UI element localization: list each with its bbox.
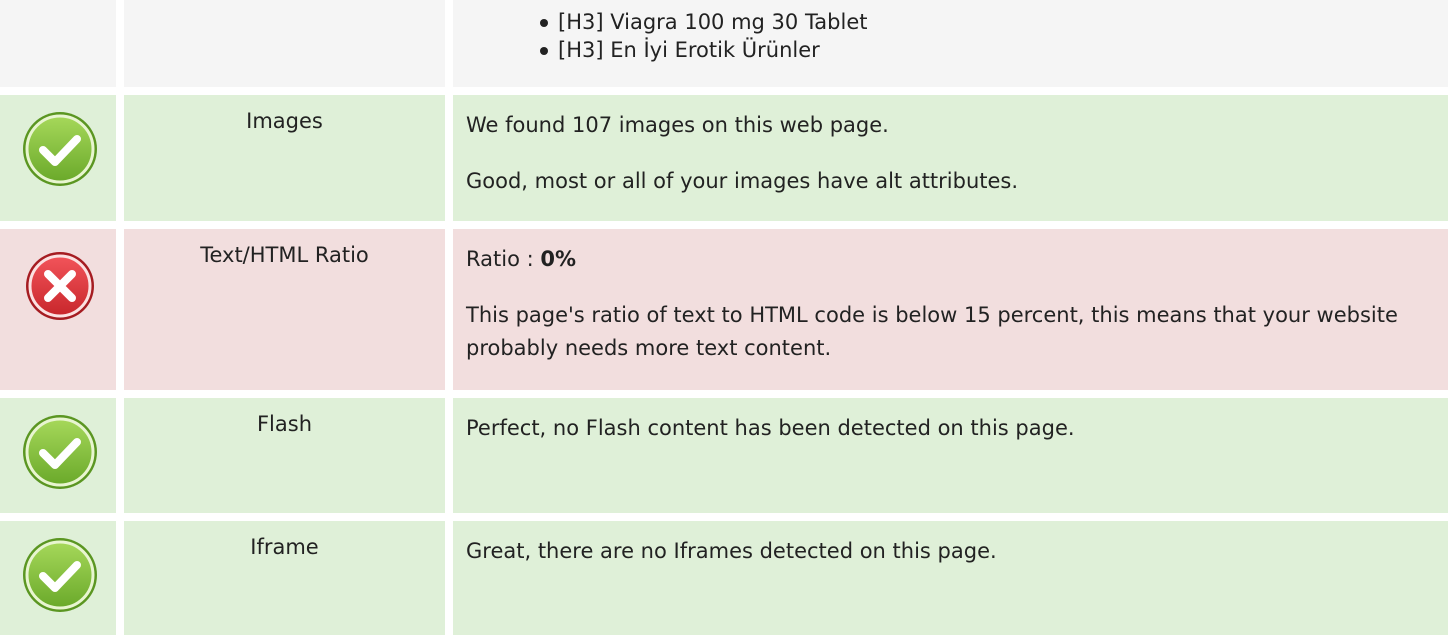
headings-row: [H3] Viagra 100 mg 30 Tablet [H3] En İyi… xyxy=(0,0,1448,87)
images-alt-text: Good, most or all of your images have al… xyxy=(466,169,1019,193)
iframe-icon-cell xyxy=(0,521,116,635)
text-ratio-row: Text/HTML Ratio Ratio : 0% This page's r… xyxy=(0,229,1448,390)
iframe-row: Iframe Great, there are no Iframes detec… xyxy=(0,521,1448,635)
text-ratio-label: Text/HTML Ratio xyxy=(124,229,445,390)
flash-icon-cell xyxy=(0,398,116,513)
check-icon xyxy=(20,535,100,615)
images-row: Images We found 107 images on this web p… xyxy=(0,95,1448,221)
headings-content-cell: [H3] Viagra 100 mg 30 Tablet [H3] En İyi… xyxy=(453,0,1448,87)
text-ratio-content: Ratio : 0% This page's ratio of text to … xyxy=(453,229,1448,390)
flash-content: Perfect, no Flash content has been detec… xyxy=(453,398,1448,513)
iframe-content: Great, there are no Iframes detected on … xyxy=(453,521,1448,635)
heading-item: [H3] En İyi Erotik Ürünler xyxy=(540,36,1418,64)
headings-label-cell xyxy=(124,0,445,87)
images-count-text: We found 107 images on this web page. xyxy=(466,113,889,137)
ratio-line: Ratio : 0% xyxy=(466,243,1418,276)
flash-label: Flash xyxy=(124,398,445,513)
heading-item: [H3] Viagra 100 mg 30 Tablet xyxy=(540,8,1418,36)
iframe-label: Iframe xyxy=(124,521,445,635)
images-label: Images xyxy=(124,95,445,221)
images-content: We found 107 images on this web page. Go… xyxy=(453,95,1448,221)
iframe-text: Great, there are no Iframes detected on … xyxy=(466,539,997,563)
headings-icon-cell xyxy=(0,0,116,87)
flash-text: Perfect, no Flash content has been detec… xyxy=(466,416,1075,440)
flash-row: Flash Perfect, no Flash content has been… xyxy=(0,398,1448,513)
ratio-advice-text: This page's ratio of text to HTML code i… xyxy=(466,303,1398,360)
images-icon-cell xyxy=(0,95,116,221)
error-icon xyxy=(20,246,100,326)
seo-report-table: [H3] Viagra 100 mg 30 Tablet [H3] En İyi… xyxy=(0,0,1448,635)
check-icon xyxy=(20,109,100,189)
text-ratio-icon-cell xyxy=(0,229,116,390)
headings-list: [H3] Viagra 100 mg 30 Tablet [H3] En İyi… xyxy=(466,8,1418,64)
check-icon xyxy=(20,412,100,492)
ratio-prefix: Ratio : xyxy=(466,247,541,271)
ratio-value: 0% xyxy=(540,247,576,271)
